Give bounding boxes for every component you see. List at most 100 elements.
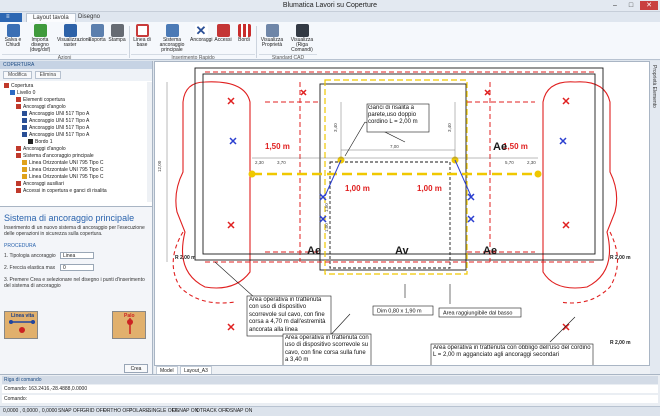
close-button[interactable]: ✕ — [640, 1, 658, 10]
dim-570: 5,70 — [505, 160, 514, 165]
polar-toggle[interactable]: POLARE — [129, 407, 149, 416]
command-line-label: Visualizza (Riga Comandi) — [290, 37, 314, 53]
tree-node-icon — [22, 174, 27, 179]
step1-label: 1. Tipologia ancoraggio — [4, 253, 56, 259]
print-button[interactable]: Stampa — [106, 24, 128, 54]
tree-node-label: Ancoraggio UNI 517 Tipo A — [29, 118, 90, 124]
save-close-button[interactable]: Salva e Chiudi — [2, 24, 24, 54]
tree-node-label: Linea Orizzontale UNI 795 Tipo C — [29, 174, 104, 180]
tree-node-label: Livello 0 — [17, 90, 36, 96]
step2-label: 2. Freccia elastica max — [4, 265, 56, 271]
tree-node[interactable]: Ancoraggio UNI 517 Tipo A — [22, 111, 89, 118]
anchor-marker-red — [562, 221, 570, 229]
raster-view-button[interactable]: Visualizzazione raster — [57, 24, 91, 54]
tree-node[interactable]: Ancoraggi ausiliari — [16, 181, 64, 188]
anchors-label: Ancoraggi — [190, 37, 213, 43]
tree-node[interactable]: Copertura — [4, 83, 33, 90]
edit-button[interactable]: Modifica — [3, 71, 32, 79]
tree-node-label: Copertura — [11, 83, 34, 89]
status-bar: 0,0000 , 0,0000 , 0,0000 SNAP OFF GRID O… — [0, 406, 660, 416]
import-dwg-button[interactable]: Importa disegno (dwg/dxf) — [26, 24, 54, 54]
tree-node-icon — [16, 97, 21, 102]
anchor-marker-red — [562, 97, 570, 105]
anchor-marker-red — [484, 89, 491, 96]
pole-image[interactable]: Palo — [112, 311, 146, 339]
anchors-button[interactable]: ✕ Ancoraggi — [190, 24, 213, 54]
tree-node[interactable]: Ancoraggio UNI 517 Tipo A — [22, 132, 89, 139]
tree-node-label: Ancoraggi d'angolo — [23, 104, 66, 110]
properties-icon — [265, 24, 279, 37]
osnap-toggle[interactable]: OSNAP ON — [172, 407, 198, 416]
osnap-toggle-2[interactable]: OSNAP ON — [226, 407, 252, 416]
roof-plan-drawing[interactable]: 1,50 m 1,50 m 1,00 m 1,00 m Ae Ae Ae Av … — [155, 62, 650, 366]
anchor-type-value: Linea — [63, 253, 76, 259]
tree-node-icon — [22, 167, 27, 172]
tab-disegno[interactable]: Disegno — [72, 13, 106, 22]
info-title: Sistema di ancoraggio principale — [4, 213, 135, 223]
raster-icon — [63, 24, 77, 37]
tree-node[interactable]: Linea Orizzontale UNI 795 Tipo C — [22, 167, 103, 174]
show-command-line-button[interactable]: Visualizza (Riga Comandi) — [288, 24, 316, 54]
minimize-button[interactable]: – — [608, 1, 622, 10]
import-icon — [33, 24, 47, 37]
tree-node[interactable]: Linea Orizzontale UNI 795 Tipo C — [22, 160, 103, 167]
tree-scrollbar[interactable] — [147, 82, 152, 202]
group-standard-cad: Standard CAD — [259, 54, 317, 61]
anchor-system-button[interactable]: Sistema ancoraggio principale — [155, 24, 189, 54]
label-ae-2: Ae — [307, 245, 321, 257]
command-input[interactable]: Comando: — [2, 395, 658, 403]
tree-node[interactable]: Ancoraggi d'angolo — [16, 146, 66, 153]
lifeline-image[interactable]: Linea vita — [4, 311, 38, 339]
ribbon-toolbar: Salva e Chiudi Importa disegno (dwg/dxf)… — [0, 22, 660, 61]
save-close-label: Salva e Chiudi — [4, 37, 22, 48]
tree-node[interactable]: Elementi copertura — [16, 97, 65, 104]
delete-button[interactable]: Elimina — [34, 71, 62, 79]
tree-node-label: Ancoraggio UNI 517 Tipo A — [29, 132, 90, 138]
area-note-3-text: Area operativa in trattenuta con obbligo… — [433, 345, 591, 359]
tree-node[interactable]: Ancoraggi d'angolo — [16, 104, 66, 111]
tree-node-icon — [28, 139, 33, 144]
properties-label: Visualizza Proprietà — [260, 37, 284, 48]
lifeline-label: Linea vita — [11, 313, 35, 319]
tree-node-icon — [16, 153, 21, 158]
tree-node[interactable]: Ancoraggio UNI 517 Tipo A — [22, 118, 89, 125]
tree-node-label: Elementi copertura — [23, 97, 65, 103]
baseline-button[interactable]: Linea di base — [131, 24, 153, 54]
elastic-arrow-input[interactable]: 0 — [60, 264, 94, 271]
tree-node[interactable]: Sistema d'ancoraggio principale — [16, 153, 94, 160]
file-menu-button[interactable]: ≡ — [0, 13, 22, 22]
maximize-button[interactable]: □ — [624, 1, 638, 10]
anchor-system-icon — [165, 24, 179, 37]
label-150-left: 1,50 m — [265, 142, 290, 151]
show-properties-button[interactable]: Visualizza Proprietà — [259, 24, 285, 54]
tree-node[interactable]: Bordo 1 — [28, 139, 53, 146]
tree-node-icon — [16, 104, 21, 109]
tree-node[interactable]: Ancoraggio UNI 517 Tipo A — [22, 125, 89, 132]
snap-toggle[interactable]: SNAP OFF — [58, 407, 83, 416]
label-ae-3: Ae — [483, 245, 497, 257]
create-button[interactable]: Crea — [124, 364, 148, 373]
tree-node-icon — [16, 181, 21, 186]
baseline-icon — [135, 24, 149, 37]
anchor-system-label: Sistema ancoraggio principale — [159, 37, 185, 53]
otrack-toggle[interactable]: OTRACK OFF — [196, 407, 228, 416]
export-button[interactable]: Esporta — [86, 24, 108, 54]
tree-node[interactable]: Livello 0 — [10, 90, 35, 97]
edges-button[interactable]: Bordi — [233, 24, 255, 54]
tree-node[interactable]: Linea Orizzontale UNI 795 Tipo C — [22, 174, 103, 181]
properties-side-bar[interactable]: Proprietà Elemento — [650, 61, 660, 374]
info-panel: Sistema di ancoraggio principale Inserim… — [0, 206, 152, 374]
elastic-arrow-value: 0 — [63, 265, 66, 271]
area-basso-text: Area raggiungibile dal basso — [443, 311, 512, 317]
lifeline-anchor-point — [534, 170, 542, 178]
drawing-canvas[interactable]: 1,50 m 1,50 m 1,00 m 1,00 m Ae Ae Ae Av … — [154, 61, 650, 366]
lifeline-anchor-point — [248, 170, 256, 178]
tree-node[interactable]: Accessi in copertura e ganci di risalita — [16, 188, 107, 195]
access-button[interactable]: Accessi — [212, 24, 234, 54]
ortho-toggle[interactable]: ORTHO OFF — [103, 407, 132, 416]
dim-230-left: 2,30 — [255, 160, 264, 165]
command-header: Riga di comando — [2, 376, 658, 384]
tab-layout-tavola[interactable]: Layout tavola — [26, 13, 76, 22]
group-inserimento-rapido: Inserimento Rapido — [131, 54, 255, 61]
anchor-type-select[interactable]: Linea — [60, 252, 94, 259]
